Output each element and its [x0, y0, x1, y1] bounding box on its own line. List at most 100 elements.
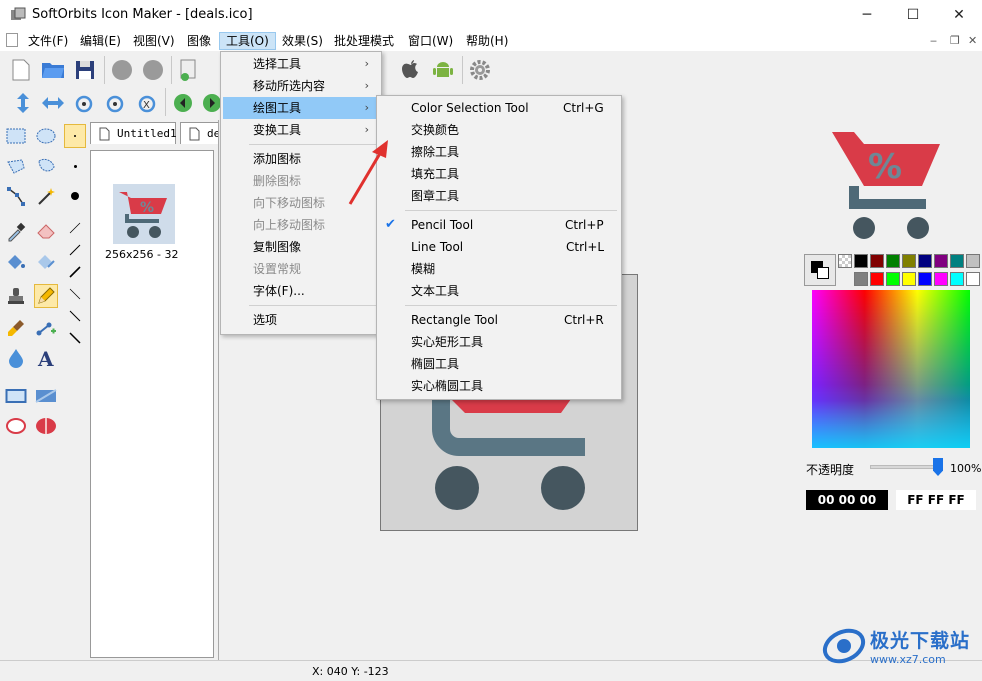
- palette-swatch[interactable]: [902, 254, 916, 268]
- rect-select-tool[interactable]: [4, 124, 28, 148]
- palette-swatch[interactable]: [854, 254, 868, 268]
- fg-bg-color-selector[interactable]: [804, 254, 836, 286]
- menu-item-move-selection[interactable]: 移动所选内容 ›: [223, 75, 379, 97]
- flip-horizontal-button[interactable]: [40, 90, 66, 116]
- menu-item-fill-tool[interactable]: 填充工具: [379, 163, 619, 185]
- palette-swatch[interactable]: [934, 272, 948, 286]
- palette-swatch[interactable]: [870, 254, 884, 268]
- palette-swatch[interactable]: [902, 272, 916, 286]
- stamp-tool[interactable]: [4, 284, 28, 308]
- rotate-right-button[interactable]: [102, 90, 128, 116]
- ellipse-select-tool[interactable]: [34, 124, 58, 148]
- menu-item-font[interactable]: 字体(F)...: [223, 280, 379, 302]
- menu-window[interactable]: 窗口(W): [402, 32, 459, 50]
- menu-item-drawing-tools[interactable]: 绘图工具 ›: [223, 97, 379, 119]
- open-file-button[interactable]: [40, 57, 66, 83]
- transparent-swatch[interactable]: [838, 254, 852, 268]
- palette-swatch[interactable]: [870, 272, 884, 286]
- freeform-select-tool[interactable]: [34, 154, 58, 178]
- line-width-3[interactable]: [64, 260, 86, 284]
- line-style-3[interactable]: [64, 326, 86, 350]
- menu-view[interactable]: 视图(V): [127, 32, 181, 50]
- settings-button[interactable]: [467, 57, 493, 83]
- menu-image[interactable]: 图像: [181, 32, 217, 50]
- blur-brush-tool[interactable]: [4, 316, 28, 340]
- menu-item-blur[interactable]: 模糊: [379, 258, 619, 280]
- menu-file[interactable]: 文件(F): [22, 32, 74, 50]
- brush-size-3[interactable]: [64, 184, 86, 208]
- pencil-tool[interactable]: [34, 284, 58, 308]
- palette-swatch[interactable]: [886, 272, 900, 286]
- replace-color-tool[interactable]: [34, 250, 58, 274]
- add-image-button[interactable]: [176, 57, 202, 83]
- magic-wand-tool[interactable]: [34, 184, 58, 208]
- menu-item-options[interactable]: 选项: [223, 309, 379, 331]
- brush-size-2[interactable]: [64, 154, 86, 178]
- add-node-tool[interactable]: [34, 316, 58, 340]
- menu-batch[interactable]: 批处理模式: [328, 32, 400, 50]
- mdi-restore-button[interactable]: ❐: [950, 34, 960, 47]
- secondary-color-hex[interactable]: FF FF FF: [896, 490, 976, 510]
- menu-item-ellipse-tool[interactable]: 椭圆工具: [379, 353, 619, 375]
- mdi-minimize-button[interactable]: ‒: [930, 34, 937, 47]
- icon-thumbnail[interactable]: %: [113, 184, 175, 244]
- palette-swatch[interactable]: [966, 254, 980, 268]
- undo-button[interactable]: [109, 57, 135, 83]
- menu-help[interactable]: 帮助(H): [460, 32, 514, 50]
- mdi-close-button[interactable]: ✕: [968, 34, 977, 47]
- tab-untitled1[interactable]: Untitled1: [90, 122, 177, 144]
- menu-item-pencil-tool[interactable]: ✔ Pencil Tool Ctrl+P: [379, 214, 619, 236]
- menu-item-rectangle-tool[interactable]: Rectangle Tool Ctrl+R: [379, 309, 619, 331]
- menu-item-text-tool[interactable]: 文本工具: [379, 280, 619, 302]
- save-button[interactable]: [72, 57, 98, 83]
- rotate-left-button[interactable]: [71, 90, 97, 116]
- menu-item-eraser-tool[interactable]: 擦除工具: [379, 141, 619, 163]
- maximize-button[interactable]: ☐: [890, 0, 936, 30]
- eyedropper-tool[interactable]: [4, 220, 28, 244]
- line-width-2[interactable]: [64, 238, 86, 262]
- lasso-tool[interactable]: [4, 154, 28, 178]
- rectangle-tool[interactable]: [4, 384, 28, 408]
- line-style-1[interactable]: [64, 282, 86, 306]
- ellipse-tool[interactable]: [4, 414, 28, 438]
- background-color[interactable]: [817, 267, 829, 279]
- palette-swatch[interactable]: [950, 272, 964, 286]
- fill-tool[interactable]: [4, 250, 28, 274]
- line-style-2[interactable]: [64, 304, 86, 328]
- filled-ellipse-tool[interactable]: [34, 414, 58, 438]
- palette-swatch[interactable]: [854, 272, 868, 286]
- color-spectrum[interactable]: [812, 290, 970, 448]
- redo-button[interactable]: [140, 57, 166, 83]
- palette-swatch[interactable]: [918, 254, 932, 268]
- flip-vertical-button[interactable]: [10, 90, 36, 116]
- close-button[interactable]: ✕: [936, 0, 982, 30]
- menu-item-filled-ellipse-tool[interactable]: 实心椭圆工具: [379, 375, 619, 397]
- minimize-button[interactable]: ─: [844, 0, 890, 30]
- text-tool[interactable]: A: [34, 346, 58, 370]
- filled-rectangle-tool[interactable]: [34, 384, 58, 408]
- palette-swatch[interactable]: [950, 254, 964, 268]
- menu-edit[interactable]: 编辑(E): [74, 32, 127, 50]
- menu-item-copy-image[interactable]: 复制图像: [223, 236, 379, 258]
- eraser-tool[interactable]: [34, 220, 58, 244]
- menu-item-color-selection-tool[interactable]: Color Selection Tool Ctrl+G: [379, 97, 619, 119]
- menu-effects[interactable]: 效果(S): [276, 32, 329, 50]
- menu-item-stamp-tool[interactable]: 图章工具: [379, 185, 619, 207]
- palette-swatch[interactable]: [886, 254, 900, 268]
- new-file-button[interactable]: [8, 57, 34, 83]
- palette-swatch[interactable]: [966, 272, 980, 286]
- previous-button[interactable]: [170, 90, 196, 116]
- line-width-1[interactable]: [64, 216, 86, 240]
- palette-swatch[interactable]: [918, 272, 932, 286]
- menu-tools[interactable]: 工具(O): [219, 32, 276, 50]
- palette-swatch[interactable]: [934, 254, 948, 268]
- android-button[interactable]: [430, 57, 456, 83]
- brush-size-1[interactable]: [64, 124, 86, 148]
- drop-tool[interactable]: [4, 346, 28, 370]
- menu-item-swap-colors[interactable]: 交换颜色: [379, 119, 619, 141]
- polygon-select-tool[interactable]: [4, 184, 28, 208]
- primary-color-hex[interactable]: 00 00 00: [806, 490, 888, 510]
- opacity-slider[interactable]: [870, 458, 943, 476]
- opacity-slider-thumb[interactable]: [933, 458, 943, 476]
- menu-item-filled-rectangle-tool[interactable]: 实心矩形工具: [379, 331, 619, 353]
